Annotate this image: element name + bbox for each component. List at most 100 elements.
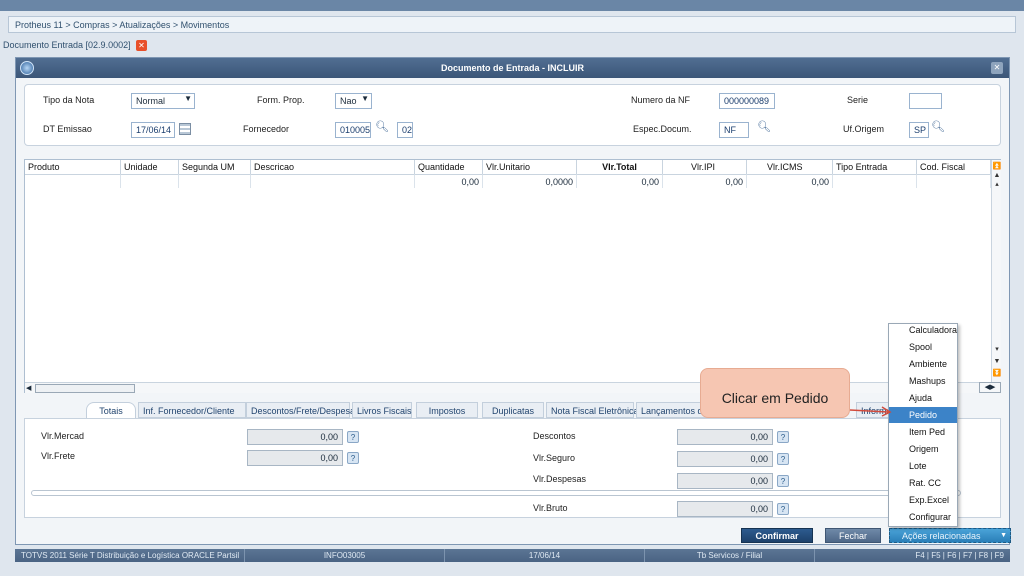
menu-item-ajuda[interactable]: Ajuda [889, 390, 957, 406]
vertical-scrollbar[interactable]: ⏫ ▲ ▴ ▾ ▼ ⏬ [991, 160, 1001, 392]
search-icon[interactable]: 🔍︎ [375, 120, 389, 133]
uf-origem-label: Uf.Origem [843, 124, 885, 134]
top-bar [0, 0, 1024, 11]
uf-origem-input[interactable]: SP [909, 122, 929, 138]
grid-cell[interactable] [251, 174, 415, 188]
help-icon[interactable]: ? [777, 431, 789, 443]
grid-header[interactable]: Vlr.IPI [663, 160, 747, 174]
serie-label: Serie [847, 95, 869, 105]
fechar-button[interactable]: Fechar [825, 528, 881, 543]
help-icon[interactable]: ? [347, 431, 359, 443]
descontos-label: Descontos [533, 431, 576, 441]
status-bar: TOTVS 2011 Série T Distribuição e Logíst… [15, 549, 1010, 562]
scroll-bottom-icon[interactable]: ⏬ [992, 369, 1002, 378]
status-branch: Tb Servicos / Filial [645, 549, 815, 562]
help-icon[interactable]: ? [347, 452, 359, 464]
dt-emissao-label: DT Emissao [43, 124, 92, 134]
tab-duplicatas[interactable]: Duplicatas [482, 402, 544, 418]
tab-totais[interactable]: Totais [86, 402, 136, 418]
grid-cell[interactable]: 0,00 [747, 174, 833, 188]
items-grid[interactable]: Produto Unidade Segunda UM Descricao Qua… [24, 159, 1001, 393]
scroll-thumb[interactable] [35, 384, 135, 393]
menu-item-lote[interactable]: Lote [889, 458, 957, 474]
grid-header[interactable]: Descricao [251, 160, 415, 174]
help-icon[interactable]: ? [777, 453, 789, 465]
grid-cell[interactable]: 0,0000 [483, 174, 577, 188]
form-prop-value: Nao [340, 96, 357, 106]
scroll-down-icon[interactable]: ▾ [992, 345, 1002, 354]
grid-header[interactable]: Cod. Fiscal [917, 160, 991, 174]
scroll-left-right-icon[interactable]: ◀▶ [979, 382, 1001, 393]
scroll-up-icon[interactable]: ▴ [992, 180, 1002, 189]
acoes-relacionadas-button[interactable]: Ações relacionadas ▼ [889, 528, 1011, 543]
menu-item-mashups[interactable]: Mashups [889, 373, 957, 389]
menu-item-origem[interactable]: Origem [889, 441, 957, 457]
grid-cell[interactable] [179, 174, 251, 188]
menu-item-rat-cc[interactable]: Rat. CC [889, 475, 957, 491]
search-icon[interactable]: 🔍︎ [757, 120, 771, 133]
instruction-callout: Clicar em Pedido [700, 368, 850, 418]
menu-item-spool[interactable]: Spool [889, 339, 957, 355]
grid-header[interactable]: Vlr.ICMS [747, 160, 833, 174]
chevron-down-icon: ▼ [184, 94, 192, 103]
window-close-icon[interactable]: ✕ [991, 62, 1003, 74]
window-title: Documento de Entrada - INCLUIR [16, 58, 1009, 78]
serie-input[interactable] [909, 93, 942, 109]
grid-header[interactable]: Segunda UM [179, 160, 251, 174]
grid-header[interactable]: Vlr.Unitario [483, 160, 577, 174]
tab-livros-fiscais[interactable]: Livros Fiscais [352, 402, 412, 418]
grid-header[interactable]: Produto [25, 160, 121, 174]
tab-nfe[interactable]: Nota Fiscal Eletrônica [546, 402, 639, 418]
document-window: Documento de Entrada - INCLUIR ✕ Tipo da… [15, 57, 1011, 545]
grid-header[interactable]: Unidade [121, 160, 179, 174]
menu-item-exp-excel[interactable]: Exp.Excel [889, 492, 957, 508]
scroll-page-down-icon[interactable]: ▼ [992, 357, 1002, 366]
scroll-page-up-icon[interactable]: ▲ [992, 171, 1002, 180]
tab-inf-fornecedor[interactable]: Inf. Fornecedor/Cliente [138, 402, 246, 418]
chevron-down-icon: ▼ [1000, 532, 1007, 539]
grid-header[interactable]: Vlr.Total [577, 160, 663, 174]
vlr-despesas-value: 0,00 [677, 473, 773, 489]
fornecedor-input[interactable]: 010005 [335, 122, 371, 138]
help-icon[interactable]: ? [777, 503, 789, 515]
menu-item-calculadora[interactable]: Calculadora [889, 322, 957, 338]
menu-item-configurar[interactable]: Configurar [889, 509, 957, 525]
espec-docum-input[interactable]: NF [719, 122, 749, 138]
status-user: INFO03005 [245, 549, 445, 562]
help-icon[interactable]: ? [777, 475, 789, 487]
espec-docum-label: Espec.Docum. [633, 124, 692, 134]
menu-item-pedido[interactable]: Pedido [889, 407, 957, 423]
scroll-top-icon[interactable]: ⏫ [992, 162, 1002, 171]
numero-nf-input[interactable]: 000000089 [719, 93, 775, 109]
grid-header[interactable]: Tipo Entrada [833, 160, 917, 174]
search-icon[interactable]: 🔍︎ [931, 120, 945, 133]
grid-cell[interactable] [121, 174, 179, 188]
menu-item-item-ped[interactable]: Item Ped [889, 424, 957, 440]
vlr-mercad-value: 0,00 [247, 429, 343, 445]
scroll-left-icon[interactable]: ◀ [26, 384, 31, 392]
form-prop-select[interactable]: Nao ▼ [335, 93, 372, 109]
grid-cell[interactable]: 0,00 [415, 174, 483, 188]
acoes-menu: Calculadora Spool Ambiente Mashups Ajuda… [888, 323, 958, 527]
status-hotkeys: F4 | F5 | F6 | F7 | F8 | F9 [915, 551, 1004, 560]
chevron-down-icon: ▼ [361, 94, 369, 103]
menu-item-ambiente[interactable]: Ambiente [889, 356, 957, 372]
tipo-nota-select[interactable]: Normal ▼ [131, 93, 195, 109]
tab-impostos[interactable]: Impostos [416, 402, 478, 418]
grid-cell[interactable]: 0,00 [663, 174, 747, 188]
tipo-nota-value: Normal [136, 96, 166, 106]
close-tab-icon[interactable]: ✕ [136, 40, 147, 51]
tab-descontos[interactable]: Descontos/Frete/Despesas [246, 402, 360, 418]
document-tab-label[interactable]: Documento Entrada [02.9.0002] [3, 40, 131, 50]
form-prop-label: Form. Prop. [257, 95, 305, 105]
loja-input[interactable]: 02 [397, 122, 413, 138]
grid-cell[interactable] [25, 174, 121, 188]
calendar-icon[interactable] [179, 123, 191, 135]
grid-header[interactable]: Quantidade [415, 160, 483, 174]
grid-cell[interactable] [917, 174, 991, 188]
dt-emissao-input[interactable]: 17/06/14 [131, 122, 175, 138]
confirmar-button[interactable]: Confirmar [741, 528, 813, 543]
grid-cell[interactable] [833, 174, 917, 188]
grid-cell[interactable]: 0,00 [577, 174, 663, 188]
totals-panel: Vlr.Mercad 0,00 ? Vlr.Frete 0,00 ? Desco… [24, 418, 1001, 518]
